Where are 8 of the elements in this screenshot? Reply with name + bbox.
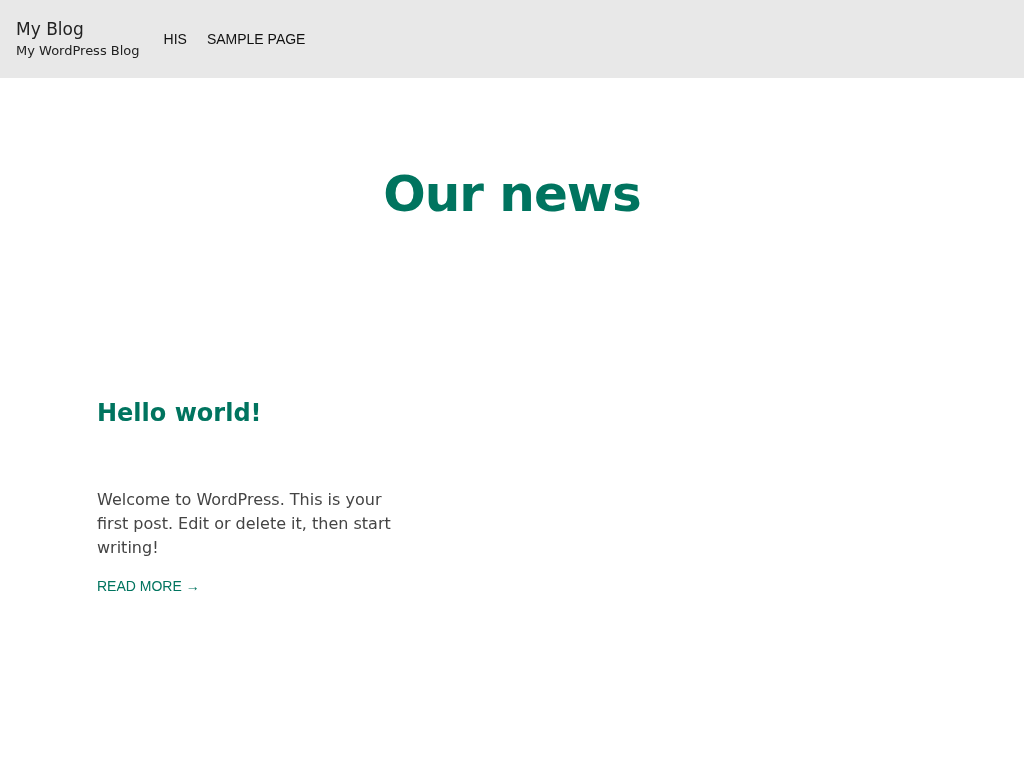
page-heading: Our news <box>382 166 642 222</box>
site-title-link[interactable]: My Blog <box>16 17 140 40</box>
site-tagline: My WordPress Blog <box>16 41 140 60</box>
nav-link[interactable]: HIS <box>163 31 187 47</box>
read-more-link[interactable]: READ MORE → <box>97 578 200 594</box>
post-excerpt: Welcome to WordPress. This is your first post. Edit or delete it, then start writing! <box>97 489 392 559</box>
nav-link[interactable]: SAMPLE PAGE <box>206 31 306 47</box>
post-title-link[interactable]: Hello world! <box>97 398 262 428</box>
